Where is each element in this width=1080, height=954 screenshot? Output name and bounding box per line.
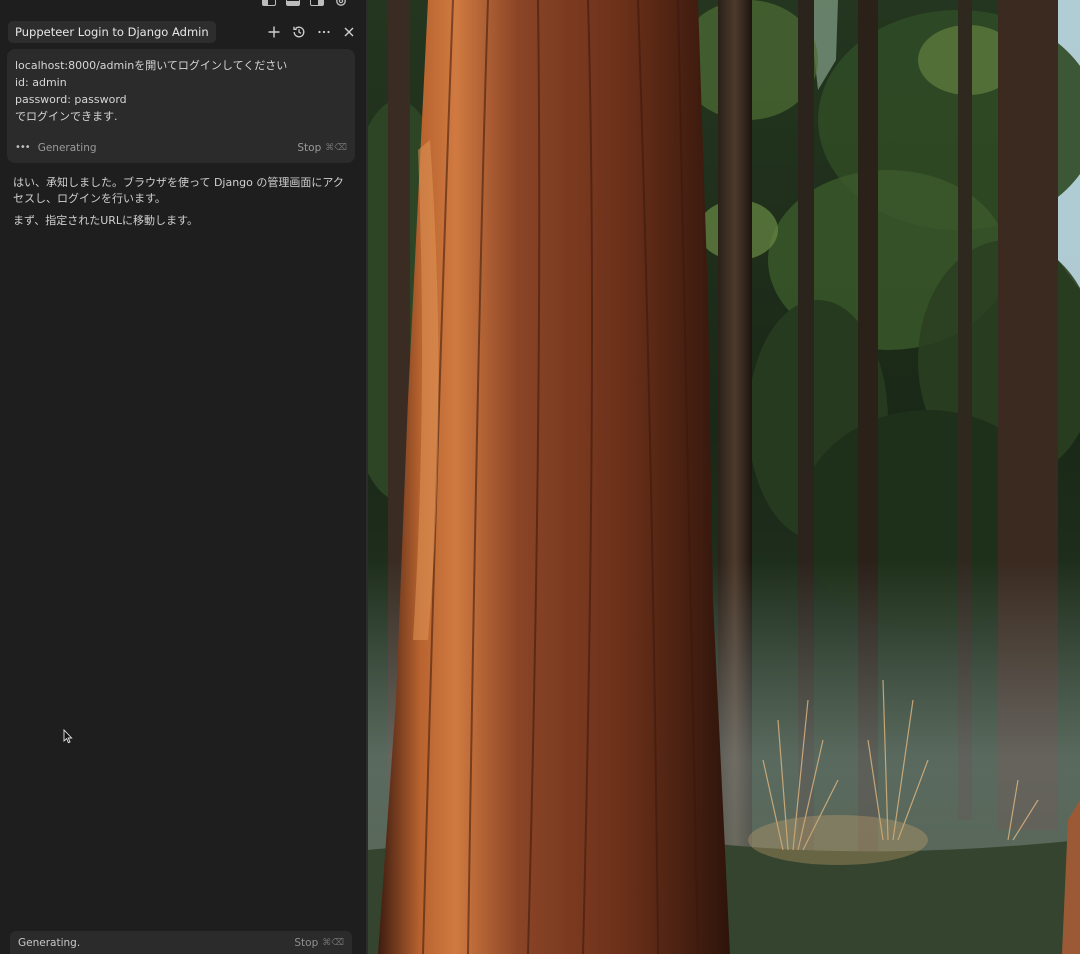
sidebar-left-icon[interactable] xyxy=(262,0,276,6)
prompt-status-row: ••• Generating Stop ⌘⌫ xyxy=(15,142,347,154)
layout-toolbar xyxy=(262,0,348,8)
user-prompt-card: localhost:8000/adminを開いてログインしてください id: a… xyxy=(7,49,355,163)
stop-label: Stop xyxy=(297,142,322,154)
response-paragraph: はい、承知しました。ブラウザを使って Django の管理画面にアクセスし、ログ… xyxy=(13,176,344,205)
stop-button[interactable]: Stop ⌘⌫ xyxy=(297,142,347,154)
status-bar: Generating. Stop ⌘⌫ xyxy=(10,931,352,954)
mouse-pointer-icon xyxy=(63,729,73,744)
more-icon[interactable] xyxy=(316,25,331,40)
plus-icon[interactable] xyxy=(266,25,281,40)
tab-bar: Puppeteer Login to Django Admin xyxy=(8,20,356,44)
stop-shortcut: ⌘⌫ xyxy=(325,143,347,153)
close-icon[interactable] xyxy=(341,25,356,40)
loading-dots-icon: ••• xyxy=(15,142,31,153)
history-icon[interactable] xyxy=(291,25,306,40)
status-stop-shortcut: ⌘⌫ xyxy=(322,937,344,948)
assistant-response: はい、承知しました。ブラウザを使って Django の管理画面にアクセスし、ログ… xyxy=(13,175,352,235)
status-stop-button[interactable]: Stop ⌘⌫ xyxy=(294,937,344,949)
response-paragraph: まず、指定されたURLに移動します。 xyxy=(13,214,198,227)
sidebar-right-icon[interactable] xyxy=(310,0,324,6)
desktop-wallpaper xyxy=(368,0,1080,954)
status-bar-text: Generating. xyxy=(18,936,81,949)
user-prompt-text: localhost:8000/adminを開いてログインしてください id: a… xyxy=(15,59,288,123)
panel-bottom-icon[interactable] xyxy=(286,0,300,6)
status-stop-label: Stop xyxy=(294,936,319,949)
generating-status: Generating xyxy=(37,142,97,154)
gear-icon[interactable] xyxy=(334,0,348,8)
tab-actions xyxy=(266,25,356,40)
screen: Puppeteer Login to Django Admin localhos… xyxy=(0,0,1080,954)
tab-conversation-title[interactable]: Puppeteer Login to Django Admin xyxy=(8,21,216,43)
forest-image xyxy=(368,0,1080,954)
assistant-panel: Puppeteer Login to Django Admin localhos… xyxy=(0,0,366,954)
